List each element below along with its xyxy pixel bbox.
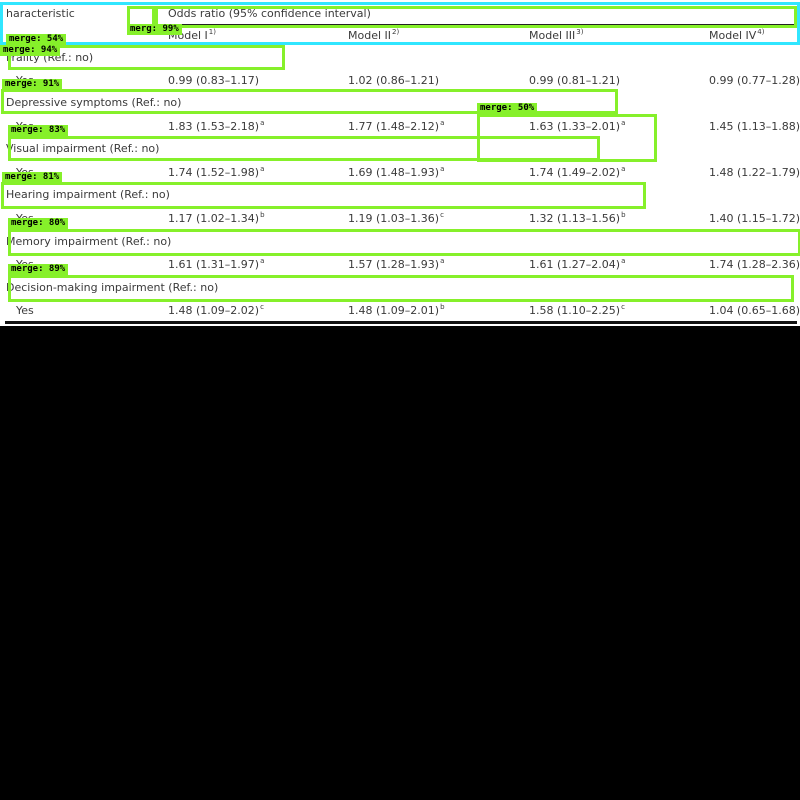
cell-depressive-model-1: 1.83 (1.53–2.18)a	[168, 119, 265, 133]
overlay-box-memory	[8, 229, 800, 256]
cell-depressive-model-4: 1.45 (1.13–1.88)b	[709, 120, 800, 133]
cell-frailty-model-4: 0.99 (0.77–1.28)	[709, 74, 800, 87]
overlay-label-4: merge: 91%	[2, 79, 63, 90]
overlay-label-9: merge: 89%	[8, 264, 69, 275]
cell-hearing-model-1: 1.17 (1.02–1.34)b	[168, 211, 265, 225]
cell-hearing-model-4: 1.40 (1.15–1.72)b	[709, 212, 800, 225]
cell-decision-model-4: 1.04 (0.65–1.68)	[709, 304, 800, 317]
overlay-label-3: merge: 94%	[0, 45, 61, 56]
cell-frailty-model-3: 0.99 (0.81–1.21)	[529, 74, 621, 87]
overlay-label-5: merge: 50%	[477, 103, 538, 114]
overlay-label-2: merg: 99%	[127, 24, 182, 35]
overlay-label-8: merge: 80%	[8, 218, 69, 229]
cell-visual-model-2: 1.69 (1.48–1.93)a	[348, 165, 445, 179]
cell-decision-model-1: 1.48 (1.09–2.02)c	[168, 303, 264, 317]
cell-memory-model-3: 1.61 (1.27–2.04)a	[529, 257, 626, 271]
cell-decision-model-2: 1.48 (1.09–2.01)b	[348, 303, 445, 317]
cell-hearing-model-2: 1.19 (1.03–1.36)c	[348, 211, 444, 225]
cell-visual-model-4: 1.48 (1.22–1.79)a	[709, 166, 800, 179]
overlay-box-decision	[8, 275, 794, 302]
cell-visual-model-3: 1.74 (1.49–2.02)a	[529, 165, 626, 179]
row-yes-decision: Yes	[16, 304, 34, 317]
cell-visual-model-1: 1.74 (1.52–1.98)a	[168, 165, 265, 179]
cell-memory-model-1: 1.61 (1.31–1.97)a	[168, 257, 265, 271]
overlay-label-1: merge: 54%	[6, 34, 67, 45]
cell-memory-model-2: 1.57 (1.28–1.93)a	[348, 257, 445, 271]
overlay-label-7: merge: 81%	[2, 172, 63, 183]
cell-depressive-model-2: 1.77 (1.48–2.12)a	[348, 119, 445, 133]
overlay-label-6: merge: 83%	[8, 125, 69, 136]
cell-hearing-model-3: 1.32 (1.13–1.56)b	[529, 211, 626, 225]
cell-memory-model-4: 1.74 (1.28–2.36)a	[709, 258, 800, 271]
overlay-box-visual	[8, 136, 600, 161]
overlay-box-odds-title	[155, 6, 797, 28]
cell-frailty-model-2: 1.02 (0.86–1.21)	[348, 74, 440, 87]
cell-frailty-model-1: 0.99 (0.83–1.17)	[168, 74, 260, 87]
table-bottom-rule	[5, 321, 797, 324]
overlay-box-hearing	[1, 182, 646, 209]
cell-decision-model-3: 1.58 (1.10–2.25)c	[529, 303, 625, 317]
